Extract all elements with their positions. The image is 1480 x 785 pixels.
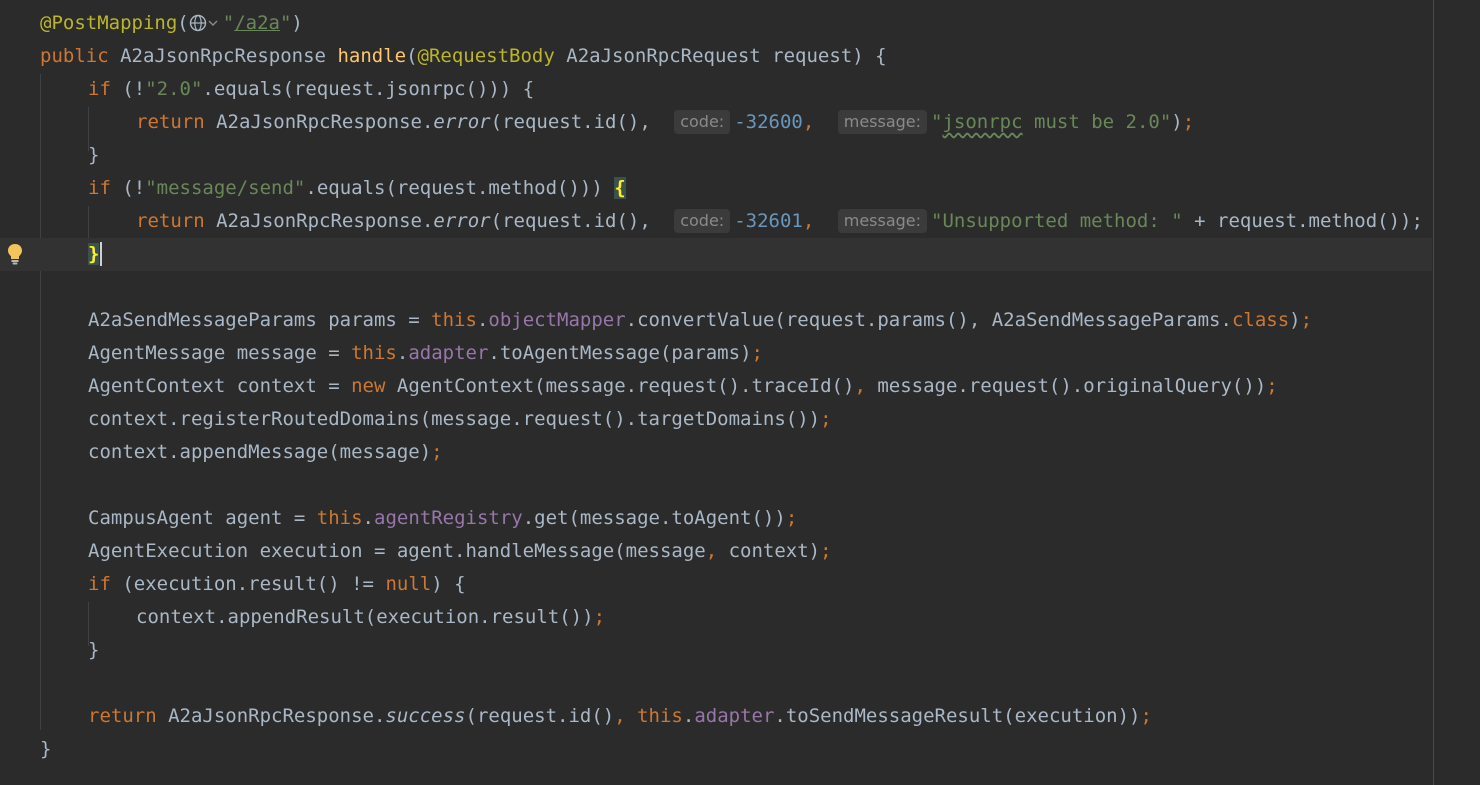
code-line-19[interactable]: context.appendResult(execution.result())… <box>0 601 1432 634</box>
code-line-17[interactable]: AgentExecution execution = agent.handleM… <box>0 535 1432 568</box>
code-line-1[interactable]: @PostMapping("/a2a") <box>0 7 1432 40</box>
parameter-hint-code: code: <box>674 110 731 134</box>
code-line-18[interactable]: if (execution.result() != null) { <box>0 568 1432 601</box>
method-name: handle <box>337 45 407 67</box>
code-line-5[interactable]: } <box>0 139 1432 172</box>
code-line-16[interactable]: CampusAgent agent = this.agentRegistry.g… <box>0 502 1432 535</box>
parameter-hint-message: message: <box>837 110 928 134</box>
code-line-13[interactable]: context.registerRoutedDomains(message.re… <box>0 403 1432 436</box>
code-line-10[interactable]: A2aSendMessageParams params = this.objec… <box>0 304 1432 337</box>
code-editor[interactable]: @PostMapping("/a2a") public A2aJsonRpcRe… <box>0 0 1480 785</box>
annotation: @PostMapping <box>40 12 178 34</box>
code-line-23[interactable]: } <box>0 733 1432 766</box>
url-path-link[interactable]: /a2a <box>234 12 280 34</box>
code-line-4[interactable]: return A2aJsonRpcResponse.error(request.… <box>0 106 1432 139</box>
code-line-8-current[interactable]: } <box>0 238 1432 271</box>
code-line-12[interactable]: AgentContext context = new AgentContext(… <box>0 370 1432 403</box>
code-line-20[interactable]: } <box>0 634 1432 667</box>
text-caret <box>100 242 102 266</box>
code-line-6[interactable]: if (!"message/send".equals(request.metho… <box>0 172 1432 205</box>
code-line-14[interactable]: context.appendMessage(message); <box>0 436 1432 469</box>
right-margin-line <box>1433 0 1434 785</box>
lightbulb-icon[interactable] <box>6 242 24 266</box>
parameter-hint-code: code: <box>674 209 731 233</box>
code-line-3[interactable]: if (!"2.0".equals(request.jsonrpc())) { <box>0 73 1432 106</box>
code-line-22[interactable]: return A2aJsonRpcResponse.success(reques… <box>0 700 1432 733</box>
code-line-7[interactable]: return A2aJsonRpcResponse.error(request.… <box>0 205 1432 238</box>
parameter-hint-message: message: <box>837 209 928 233</box>
globe-icon[interactable] <box>189 10 223 43</box>
spelling-warning[interactable]: jsonrpc <box>942 111 1022 133</box>
code-line-11[interactable]: AgentMessage message = this.adapter.toAg… <box>0 337 1432 370</box>
matched-brace: { <box>614 177 626 199</box>
matched-brace: } <box>88 243 100 265</box>
code-line-2[interactable]: public A2aJsonRpcResponse handle(@Reques… <box>0 40 1432 73</box>
